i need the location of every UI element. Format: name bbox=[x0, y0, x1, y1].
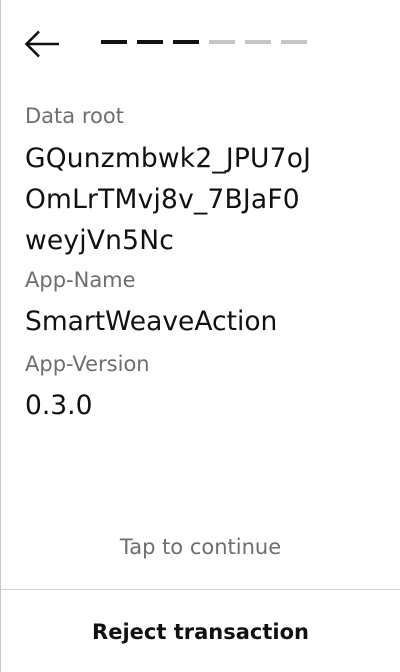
progress-step-3 bbox=[173, 40, 199, 44]
data-root-value-line-2: OmLrTMvj8v_7BJaF0 bbox=[25, 184, 300, 215]
app-version-label: App-Version bbox=[25, 352, 150, 376]
arrow-left-icon bbox=[24, 30, 59, 58]
data-root-value-line-1: GQunzmbwk2_JPU7oJ bbox=[25, 143, 312, 174]
data-root-label: Data root bbox=[25, 104, 124, 128]
progress-step-1 bbox=[101, 40, 127, 44]
back-button[interactable] bbox=[23, 28, 63, 60]
tap-to-continue-hint[interactable]: Tap to continue bbox=[1, 533, 400, 561]
progress-step-6 bbox=[281, 40, 307, 44]
app-name-value: SmartWeaveAction bbox=[25, 306, 278, 337]
progress-step-5 bbox=[245, 40, 271, 44]
review-transaction-screen[interactable]: Data root GQunzmbwk2_JPU7oJ OmLrTMvj8v_7… bbox=[0, 0, 400, 672]
app-name-label: App-Name bbox=[25, 268, 136, 292]
data-root-value: GQunzmbwk2_JPU7oJ OmLrTMvj8v_7BJaF0 weyj… bbox=[25, 138, 385, 261]
data-root-value-line-3: weyjVn5Nc bbox=[25, 225, 174, 256]
progress-step-4 bbox=[209, 40, 235, 44]
progress-step-2 bbox=[137, 40, 163, 44]
reject-transaction-button[interactable]: Reject transaction bbox=[1, 600, 400, 664]
app-version-value: 0.3.0 bbox=[25, 390, 93, 421]
footer-divider bbox=[1, 589, 400, 590]
